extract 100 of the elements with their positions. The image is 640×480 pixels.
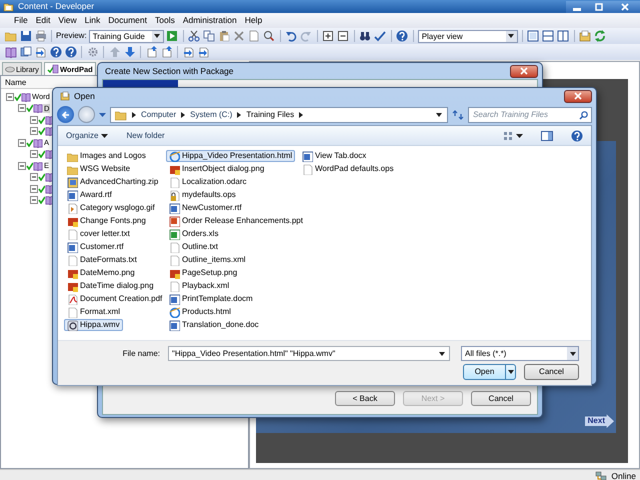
link-button[interactable] — [197, 46, 210, 58]
listing-entry[interactable]: Outline.txt — [166, 241, 222, 253]
collapse-icon[interactable] — [18, 104, 26, 112]
expand-button[interactable] — [322, 30, 335, 42]
listing-entry[interactable]: mydefaults.ops — [166, 189, 239, 201]
split-horizontal-button[interactable] — [542, 30, 555, 42]
save-button[interactable] — [19, 30, 32, 42]
minimize-button[interactable] — [566, 0, 588, 12]
listing-entry[interactable]: Award.rtf — [64, 189, 115, 201]
listing-entry[interactable]: PrintTemplate.docm — [166, 293, 256, 305]
listing-entry[interactable]: Outline_items.xml — [166, 254, 249, 266]
breadcrumb-item[interactable]: System (C:) — [190, 110, 232, 120]
listing-entry[interactable]: Products.html — [166, 306, 234, 318]
command-button[interactable]: Organize — [66, 130, 108, 140]
paste-button[interactable] — [218, 30, 231, 42]
listing-entry[interactable]: InsertObject dialog.png — [166, 163, 268, 175]
breadcrumb-item[interactable]: Computer — [141, 110, 176, 120]
wizard-button[interactable]: Cancel — [471, 391, 531, 406]
listing-entry[interactable]: Document Creation.pdf — [64, 293, 166, 305]
collapse-icon[interactable] — [30, 127, 38, 136]
collapse-icon[interactable] — [6, 92, 14, 101]
listing-entry[interactable]: DateMemo.png — [64, 267, 138, 279]
find-button[interactable] — [358, 30, 372, 42]
listing-entry[interactable]: NewCustomer.rtf — [166, 202, 245, 214]
go-button[interactable] — [166, 30, 179, 42]
dialog-button[interactable]: Cancel — [524, 364, 579, 380]
listing-entry[interactable]: AdvancedCharting.zip — [64, 176, 162, 188]
split-vertical-button[interactable] — [556, 30, 570, 42]
listing-entry[interactable]: cover letter.txt — [64, 228, 133, 240]
collapse-button[interactable] — [336, 30, 350, 42]
help-icon[interactable] — [571, 130, 583, 142]
menu-item[interactable]: Link — [80, 13, 104, 28]
menu-item[interactable]: Edit — [32, 13, 54, 28]
move-down-button[interactable] — [123, 46, 136, 58]
import-button[interactable] — [182, 46, 195, 58]
book-button[interactable] — [4, 46, 17, 58]
search-field[interactable]: Search Training Files — [468, 106, 592, 122]
publish-button[interactable] — [160, 46, 173, 58]
back-button[interactable] — [57, 106, 74, 123]
listing-entry[interactable]: Category wsglogo.gif — [64, 202, 158, 214]
close-button[interactable] — [510, 64, 538, 78]
help-menu-button[interactable] — [64, 46, 77, 58]
pages-button[interactable] — [19, 46, 32, 58]
menu-item[interactable]: Tools — [150, 13, 179, 28]
menu-item[interactable]: View — [54, 13, 81, 28]
listing-entry[interactable]: Hippa.wmv — [64, 319, 123, 331]
listing-entry[interactable]: Change Fonts.png — [64, 215, 149, 227]
listing-entry[interactable]: WSG Website — [64, 163, 134, 175]
listing-entry[interactable]: Localization.odarc — [166, 176, 250, 188]
view-select[interactable]: Player view — [418, 30, 518, 42]
collapse-icon[interactable] — [30, 173, 38, 182]
collapse-icon[interactable] — [30, 196, 38, 204]
zoom-button[interactable] — [262, 30, 276, 42]
help-button[interactable] — [396, 30, 409, 42]
listing-entry[interactable]: DateTime dialog.png — [64, 280, 157, 292]
menu-item[interactable]: Administration — [178, 13, 241, 28]
page-button[interactable] — [34, 46, 47, 58]
cut-button[interactable] — [188, 30, 201, 42]
file-name-field[interactable]: "Hippa_Video Presentation.html" "Hippa.wmv" — [168, 346, 450, 361]
preview-select[interactable]: Training Guide — [88, 30, 164, 42]
listing-entry[interactable]: Translation_done.doc — [166, 319, 262, 331]
listing-entry[interactable]: Customer.rtf — [64, 241, 127, 253]
preview-pane-icon[interactable] — [541, 130, 553, 140]
dropdown-icon[interactable] — [435, 110, 443, 118]
listing-entry[interactable]: View Tab.docx — [299, 150, 370, 162]
settings-button[interactable] — [86, 46, 99, 58]
help-page-button[interactable] — [49, 46, 62, 58]
copy-button[interactable] — [202, 30, 216, 42]
listing-entry[interactable]: Order Release Enhancements.ppt — [166, 215, 306, 227]
listing-entry[interactable]: Hippa_Video Presentation.html — [166, 150, 296, 162]
collapse-icon[interactable] — [30, 116, 38, 124]
file-type-select[interactable]: All files (*.*) — [461, 346, 579, 361]
listing-entry[interactable]: PageSetup.png — [166, 267, 240, 279]
views-button[interactable] — [503, 130, 523, 140]
close-button[interactable] — [610, 0, 640, 12]
menu-item[interactable]: File — [10, 13, 32, 28]
listing-entry[interactable]: Playback.xml — [166, 280, 232, 292]
collapse-icon[interactable] — [18, 138, 26, 147]
next-button[interactable]: Next — [584, 414, 614, 428]
wizard-button[interactable]: < Back — [335, 391, 395, 406]
listing-entry[interactable]: Orders.xls — [166, 228, 222, 240]
properties-button[interactable] — [578, 30, 592, 42]
collapse-icon[interactable] — [18, 162, 26, 170]
spell-check-button[interactable] — [374, 30, 387, 42]
export-button[interactable] — [145, 46, 158, 58]
collapse-icon[interactable] — [30, 150, 38, 158]
delete-button[interactable] — [232, 30, 246, 42]
listing-entry[interactable]: DateFormats.txt — [64, 254, 140, 266]
listing-entry[interactable]: Images and Logos — [64, 150, 149, 162]
breadcrumb-item[interactable]: Training Files — [246, 110, 294, 120]
menu-item[interactable]: Help — [240, 13, 266, 28]
undo-button[interactable] — [284, 30, 298, 42]
close-button[interactable] — [564, 90, 592, 102]
single-pane-button[interactable] — [526, 30, 540, 42]
listing-entry[interactable]: WordPad defaults.ops — [299, 163, 397, 175]
print-button[interactable] — [34, 30, 47, 42]
command-button[interactable]: New folder — [126, 130, 165, 140]
collapse-icon[interactable] — [30, 184, 38, 193]
open-button[interactable]: Open — [463, 364, 516, 380]
menu-item[interactable]: Document — [104, 13, 151, 28]
